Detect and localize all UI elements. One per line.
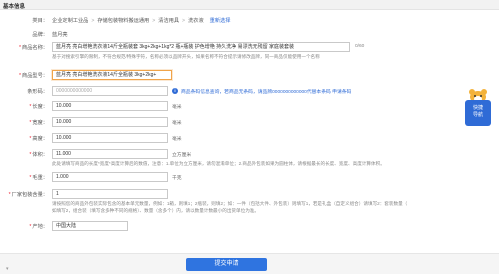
product-name-hint: 基于对搜索引擎的限制，不符合规范/特殊字符，名称必须以品牌开头，如果名称不符合提…: [52, 54, 320, 59]
quick-nav-panel[interactable]: 快捷 导航: [465, 100, 491, 126]
width-label: *宽度：: [29, 119, 48, 126]
breadcrumb: 企业定制工业品 > 存储包装物料搬运通用 > 清洁用具 > 洗衣液 重新选择: [52, 17, 230, 24]
section-header: 基本信息: [0, 0, 499, 10]
package-qty-label: *厂家包装含量：: [9, 191, 48, 198]
product-name-label: *商品名称：: [19, 44, 48, 51]
width-label-text: 宽度：: [32, 120, 48, 126]
length-label: *长度：: [29, 103, 48, 110]
package-qty-input[interactable]: 1: [52, 189, 168, 199]
info-icon: i: [172, 88, 178, 94]
required-mark: *: [8, 192, 11, 198]
package-qty-hint-2: 如填写2，组合装（填写含多种不同的规格）、数量（含多个）内，请以数量计数最小的出…: [52, 208, 259, 213]
apply-barcode-link[interactable]: 申请条码: [332, 90, 351, 95]
section-title: 基本信息: [3, 4, 26, 10]
category-label: 类目：: [32, 18, 48, 24]
quick-nav-widget[interactable]: 快捷 导航: [463, 88, 493, 126]
package-qty-hint-1: 请按照您的商品外包装实际包含的基本单元数量，例如：1箱，则填1；2瓶装，则填2；…: [52, 201, 408, 206]
breadcrumb-item[interactable]: 洗衣液: [188, 18, 204, 24]
breadcrumb-item[interactable]: 清洁用具: [158, 18, 179, 24]
breadcrumb-separator: >: [182, 18, 186, 24]
origin-select[interactable]: 中国大陆: [52, 221, 128, 231]
volume-label-text: 体积：: [32, 152, 48, 158]
chevron-down-icon[interactable]: ▾: [6, 266, 12, 272]
breadcrumb-item[interactable]: 存储包装物料搬运通用: [97, 18, 149, 24]
submit-bar: 提交申请: [0, 253, 499, 274]
model-label-text: 商品型号：: [22, 73, 48, 79]
barcode-tip: 商品条码信息查询，若商品无条码，请品牌0000000000000代替本条码 申请…: [181, 88, 351, 95]
volume-input[interactable]: 11.000: [52, 149, 168, 159]
width-unit: 毫米: [172, 121, 182, 126]
product-name-label-text: 商品名称：: [22, 45, 48, 51]
volume-unit: 立方厘米: [172, 153, 192, 158]
height-label: *高度：: [29, 135, 48, 142]
required-mark: *: [19, 45, 22, 51]
origin-label-text: 产地：: [32, 224, 48, 230]
weight-input[interactable]: 1.000: [52, 172, 168, 182]
volume-label: *体积：: [29, 151, 48, 158]
breadcrumb-item[interactable]: 企业定制工业品: [52, 18, 88, 24]
quick-nav-line1: 快捷: [472, 105, 483, 111]
length-unit: 毫米: [172, 105, 182, 110]
breadcrumb-separator: >: [91, 18, 95, 24]
weight-unit: 千克: [172, 176, 182, 181]
brand-value: 蓝月亮: [52, 32, 68, 38]
required-mark: *: [19, 73, 22, 79]
width-input[interactable]: 10.000: [52, 117, 168, 127]
quick-nav-line2: 导航: [472, 112, 483, 118]
reselect-category-link[interactable]: 重新选择: [210, 18, 231, 24]
weight-label: *毛重：: [29, 174, 48, 181]
barcode-input[interactable]: 0000000000000: [52, 86, 168, 96]
model-input[interactable]: 蓝月亮 亮白增艳洗衣液14斤全瓶装 3kg+2kg+: [52, 70, 172, 80]
product-name-input[interactable]: 蓝月亮 亮白增艳洗衣液14斤全瓶装套 3kg+2kg+1kg*2 瓶+瓶装 护色…: [52, 42, 350, 52]
barcode-tip-text[interactable]: 商品条码信息查询，若商品无条码，请品牌0000000000000代替本条码: [181, 90, 331, 95]
height-label-text: 高度：: [32, 136, 48, 142]
height-unit: 毫米: [172, 137, 182, 142]
submit-button[interactable]: 提交申请: [186, 258, 267, 271]
weight-label-text: 毛重：: [32, 175, 48, 181]
model-label: *商品型号：: [19, 72, 48, 79]
barcode-label: 条形码：: [27, 89, 48, 95]
package-qty-label-text: 厂家包装含量：: [11, 192, 48, 198]
brand-label: 品牌：: [32, 32, 48, 38]
product-name-counter: 0/60: [355, 44, 365, 49]
height-input[interactable]: 10.000: [52, 133, 168, 143]
length-label-text: 长度：: [32, 104, 48, 110]
origin-label: *产地：: [29, 223, 48, 230]
breadcrumb-separator: >: [152, 18, 156, 24]
length-input[interactable]: 10.000: [52, 101, 168, 111]
volume-hint: 此处请填写商品的长度*宽度*高度计算后的数值，注意：1.单位为立方厘米，请勿混淆…: [52, 161, 385, 166]
